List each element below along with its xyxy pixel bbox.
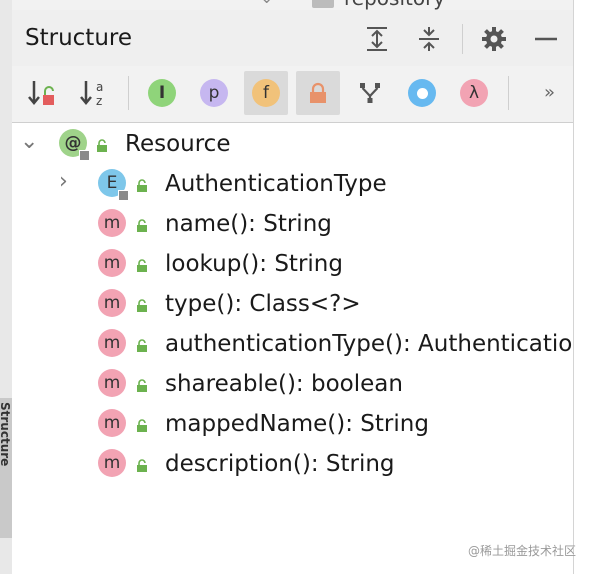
show-anonymous-button[interactable] <box>348 71 392 115</box>
property-icon: p <box>200 79 228 107</box>
panel-title: Structure <box>25 25 132 51</box>
tree-root-row[interactable]: ⌄ @ Resource <box>12 125 574 165</box>
fork-icon <box>360 83 380 103</box>
toolbar-separator <box>128 76 129 110</box>
tree-node-label: type(): Class<?> <box>165 291 361 317</box>
show-fields-button[interactable]: f <box>244 71 288 115</box>
lock-icon <box>310 82 326 103</box>
watermark-text: @稀土掘金技术社区 <box>468 544 577 558</box>
tree-row[interactable]: m name(): String <box>12 205 574 245</box>
method-icon: m <box>98 209 126 237</box>
method-icon: m <box>98 449 126 477</box>
show-properties-button[interactable]: p <box>192 71 236 115</box>
structure-side-tab[interactable]: Structure <box>0 398 12 538</box>
static-marker-icon <box>118 190 129 201</box>
show-lambdas-scope-button[interactable] <box>400 71 444 115</box>
tree-node-label: name(): String <box>165 211 332 237</box>
structure-tree: ⌄ @ Resource › E AuthenticationType m na… <box>12 123 574 574</box>
structure-side-tab-label: Structure <box>0 402 12 467</box>
chevron-down-icon: ⌄ <box>260 0 273 7</box>
tree-row[interactable]: m shareable(): boolean <box>12 365 574 405</box>
chevron-right-icon[interactable]: › <box>59 169 68 194</box>
repo-folder-label: repository <box>344 0 445 10</box>
structure-header: Structure <box>12 10 574 67</box>
tree-row[interactable]: m lookup(): String <box>12 245 574 285</box>
circle-icon <box>408 79 436 107</box>
tree-node-label: mappedName(): String <box>165 411 429 437</box>
tree-row[interactable]: m type(): Class<?> <box>12 285 574 325</box>
project-tree-cutoff: ⌄ repository <box>12 0 574 10</box>
lock-icon <box>137 179 147 192</box>
gear-icon <box>482 27 506 51</box>
inherited-icon: I <box>148 79 176 107</box>
sort-alpha-icon: a z <box>80 80 103 108</box>
toolbar-separator-2 <box>508 76 509 110</box>
tree-node-label: description(): String <box>165 451 395 477</box>
sort-by-visibility-button[interactable] <box>20 71 64 115</box>
sort-visibility-icon <box>28 81 54 105</box>
lock-icon <box>137 259 147 272</box>
collapse-all-icon <box>419 27 439 51</box>
tree-row[interactable]: m mappedName(): String <box>12 405 574 445</box>
tree-row[interactable]: m authenticationType(): Authenticatio <box>12 325 574 365</box>
method-icon: m <box>98 409 126 437</box>
tree-node-label: shareable(): boolean <box>165 371 403 397</box>
show-inherited-button[interactable]: I <box>140 71 184 115</box>
settings-button[interactable] <box>477 22 511 56</box>
tree-row[interactable]: › E AuthenticationType <box>12 165 574 205</box>
expand-all-icon <box>367 27 387 51</box>
folder-icon <box>312 0 334 8</box>
field-icon: f <box>252 79 280 107</box>
sort-alphabetically-button[interactable]: a z <box>72 71 116 115</box>
svg-text:a: a <box>96 80 103 94</box>
show-lambdas-button[interactable]: λ <box>452 71 496 115</box>
lock-icon <box>137 459 147 472</box>
method-icon: m <box>98 329 126 357</box>
lock-icon <box>137 339 147 352</box>
lock-icon <box>137 219 147 232</box>
lock-icon <box>137 299 147 312</box>
method-icon: m <box>98 369 126 397</box>
lock-icon <box>137 379 147 392</box>
tree-node-label: Resource <box>125 131 231 157</box>
chevron-down-icon[interactable]: ⌄ <box>20 129 38 154</box>
structure-toolbar: a z I p f λ » <box>12 66 574 123</box>
method-icon: m <box>98 289 126 317</box>
more-actions-button[interactable]: » <box>544 82 555 103</box>
hide-panel-button[interactable] <box>529 22 563 56</box>
collapse-all-button[interactable] <box>412 22 446 56</box>
tree-node-label: authenticationType(): Authenticatio <box>165 331 573 357</box>
svg-text:z: z <box>96 94 102 108</box>
method-icon: m <box>98 249 126 277</box>
lock-icon <box>97 139 107 152</box>
tree-node-label: AuthenticationType <box>165 171 387 197</box>
header-separator <box>462 24 463 54</box>
static-marker-icon <box>79 150 90 161</box>
lock-icon <box>137 419 147 432</box>
show-non-public-button[interactable] <box>296 71 340 115</box>
minimize-icon <box>535 37 557 41</box>
lambda-icon: λ <box>460 79 488 107</box>
expand-all-button[interactable] <box>360 22 394 56</box>
tree-row[interactable]: m description(): String <box>12 445 574 485</box>
right-gutter <box>573 0 596 574</box>
tree-node-label: lookup(): String <box>165 251 343 277</box>
